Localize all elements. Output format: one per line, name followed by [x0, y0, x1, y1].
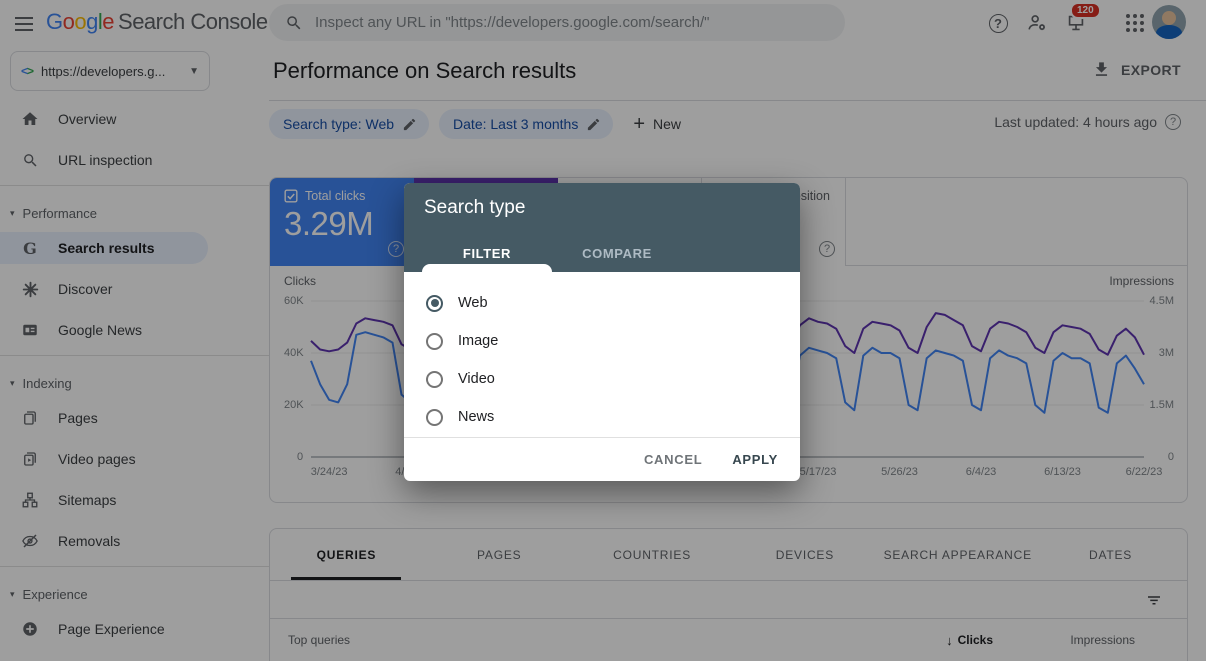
cancel-button[interactable]: CANCEL [644, 452, 702, 467]
radio-unselected-icon [426, 371, 443, 388]
radio-option-video[interactable]: Video [426, 360, 800, 398]
apply-button[interactable]: APPLY [732, 452, 778, 467]
radio-option-news[interactable]: News [426, 398, 800, 436]
radio-unselected-icon [426, 333, 443, 350]
radio-option-web[interactable]: Web [426, 284, 800, 322]
google-search-console-app: GoogleSearch Console Inspect any URL in … [0, 0, 1206, 661]
search-type-dialog: Search type FILTER COMPARE Web Image Vid… [404, 183, 800, 481]
radio-unselected-icon [426, 409, 443, 426]
radio-option-image[interactable]: Image [426, 322, 800, 360]
dialog-tab-compare[interactable]: COMPARE [552, 246, 682, 261]
dialog-tab-filter[interactable]: FILTER [422, 246, 552, 261]
radio-selected-icon [426, 295, 443, 312]
dialog-footer: CANCEL APPLY [404, 437, 800, 481]
dialog-body: Web Image Video News [404, 272, 800, 436]
dialog-title: Search type [424, 197, 525, 219]
active-tab-indicator [422, 264, 552, 273]
dialog-header: Search type FILTER COMPARE [404, 183, 800, 272]
